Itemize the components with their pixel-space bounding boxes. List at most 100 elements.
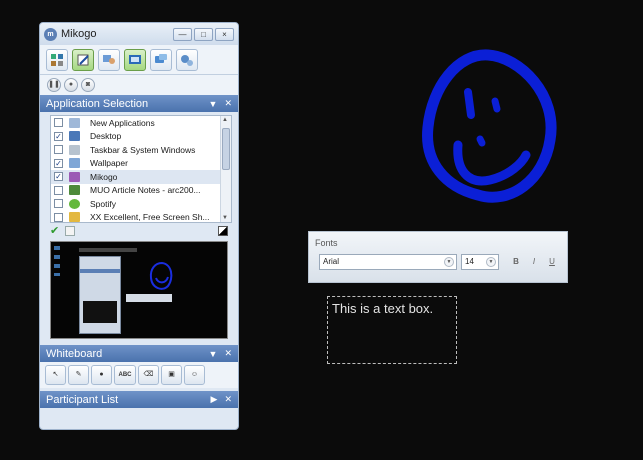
whiteboard-header[interactable]: Whiteboard ▼ ✕ — [40, 345, 238, 362]
font-size-value: 14 — [465, 257, 474, 266]
app-checkbox[interactable]: ✓ — [54, 131, 63, 141]
grid-icon — [51, 54, 63, 66]
folder-icon — [69, 212, 80, 222]
circle-icon[interactable]: ● — [91, 365, 112, 385]
expand-icon[interactable]: ▶ — [211, 394, 218, 405]
spotify-icon — [69, 198, 80, 209]
mikogo-icon — [69, 171, 80, 182]
app-checkbox[interactable]: ✓ — [54, 172, 63, 182]
app-checkbox[interactable] — [54, 212, 63, 222]
italic-button[interactable]: I — [527, 255, 541, 269]
window-icon — [69, 117, 80, 128]
collapse-icon[interactable]: ▼ — [209, 349, 218, 359]
title-bar[interactable]: m Mikogo — □ × — [40, 23, 238, 45]
app-checkbox[interactable] — [54, 145, 63, 155]
chevron-down-icon[interactable]: ▼ — [444, 257, 454, 267]
session-controls: ❚❚ ● ◙ — [40, 75, 238, 95]
section-title: Whiteboard — [46, 347, 103, 360]
close-section-icon[interactable]: ✕ — [224, 394, 232, 405]
app-label: Wallpaper — [90, 158, 128, 169]
whiteboard-toggle-button[interactable] — [72, 49, 94, 71]
main-toolbar — [40, 45, 238, 75]
save-icon[interactable]: ▣ — [161, 365, 182, 385]
app-label: MUO Article Notes - arc200... — [90, 185, 201, 196]
scroll-down-icon[interactable]: ▼ — [222, 215, 228, 221]
chat-icon — [155, 54, 167, 63]
preview-smiley — [149, 261, 173, 290]
collapse-icon[interactable]: ▼ — [209, 99, 218, 109]
close-section-icon[interactable]: ✕ — [224, 348, 232, 359]
app-label: Mikogo — [90, 171, 118, 182]
app-label: Taskbar & System Windows — [90, 144, 196, 155]
section-title: Participant List — [46, 393, 119, 406]
switch-presenter-button[interactable] — [98, 49, 120, 71]
scroll-up-icon[interactable]: ▲ — [222, 117, 228, 123]
wallpaper-icon — [69, 158, 80, 169]
pen-icon — [77, 54, 89, 66]
preview-fonts-bar — [126, 294, 172, 302]
pointer-icon[interactable]: ↖ — [45, 365, 66, 385]
app-list-item[interactable]: XX Excellent, Free Screen Sh... — [51, 211, 231, 223]
app-checkbox[interactable] — [54, 199, 63, 209]
session-button[interactable] — [46, 49, 68, 71]
smiley-mouth — [453, 140, 531, 186]
fonts-toolbar: Fonts Arial ▼ 14 ▼ B I U — [308, 231, 568, 283]
app-list-item[interactable]: ✓ Desktop — [51, 130, 231, 144]
close-button[interactable]: × — [215, 27, 234, 41]
settings-button[interactable] — [176, 49, 198, 71]
fonts-title: Fonts — [315, 238, 338, 248]
users-icon[interactable]: ☺ — [184, 365, 205, 385]
underline-button[interactable]: U — [545, 255, 559, 269]
minimize-button[interactable]: — — [173, 27, 192, 41]
whiteboard-text-box[interactable]: This is a text box. — [327, 296, 457, 364]
preview-panel — [79, 256, 121, 334]
participant-list-header[interactable]: Participant List ▶ ✕ — [40, 391, 238, 408]
record-icon[interactable]: ◙ — [81, 78, 95, 92]
preview-toolbar — [79, 248, 137, 252]
whiteboard-tools: ↖ ✎ ● ABC ⌫ ▣ ☺ — [40, 362, 238, 388]
text-box-content: This is a text box. — [332, 301, 434, 316]
app-list-item[interactable]: Spotify — [51, 197, 231, 211]
app-list-item[interactable]: ✓ Mikogo — [51, 170, 231, 184]
font-family-select[interactable]: Arial ▼ — [319, 254, 457, 270]
scroll-thumb[interactable] — [222, 128, 230, 170]
color-toggle-icon[interactable] — [218, 226, 228, 236]
bold-button[interactable]: B — [509, 255, 523, 269]
smiley-nose — [476, 135, 486, 147]
pen-icon[interactable]: ✎ — [68, 365, 89, 385]
window-title: Mikogo — [61, 28, 97, 40]
app-list-item[interactable]: New Applications — [51, 116, 231, 130]
app-checkbox[interactable] — [54, 185, 63, 195]
taskbar-icon — [69, 144, 80, 155]
app-label: XX Excellent, Free Screen Sh... — [90, 212, 210, 223]
list-footer: ✔ — [40, 223, 238, 239]
share-screen-button[interactable] — [124, 49, 146, 71]
app-label: New Applications — [90, 117, 155, 128]
app-checkbox[interactable]: ✓ — [54, 158, 63, 168]
application-selection-header[interactable]: Application Selection ▼ ✕ — [40, 95, 238, 112]
monitor-icon — [69, 131, 80, 142]
app-checkbox[interactable] — [54, 118, 63, 128]
whiteboard-drawing — [422, 49, 557, 203]
select-all-icon[interactable]: ✔ — [50, 225, 61, 237]
gears-icon — [181, 55, 193, 66]
screen-preview — [50, 241, 228, 339]
screen-share-icon — [129, 55, 141, 64]
app-list-item[interactable]: Taskbar & System Windows — [51, 143, 231, 157]
application-list: New Applications ✓ Desktop Taskbar & System… — [50, 115, 232, 223]
chat-button[interactable] — [150, 49, 172, 71]
stop-icon[interactable]: ● — [64, 78, 78, 92]
preview-desktop-icons — [54, 246, 60, 276]
app-list-item[interactable]: ✓ Wallpaper — [51, 157, 231, 171]
close-section-icon[interactable]: ✕ — [224, 98, 232, 109]
pause-icon[interactable]: ❚❚ — [47, 78, 61, 92]
text-tool-button[interactable]: ABC — [114, 365, 136, 385]
eraser-icon[interactable]: ⌫ — [138, 365, 159, 385]
notes-icon — [69, 185, 80, 196]
maximize-button[interactable]: □ — [194, 27, 213, 41]
app-list-item[interactable]: MUO Article Notes - arc200... — [51, 184, 231, 198]
chevron-down-icon[interactable]: ▼ — [486, 257, 496, 267]
font-size-select[interactable]: 14 ▼ — [461, 254, 499, 270]
select-none-icon[interactable] — [65, 226, 75, 236]
scrollbar[interactable]: ▲ ▼ — [220, 116, 231, 222]
